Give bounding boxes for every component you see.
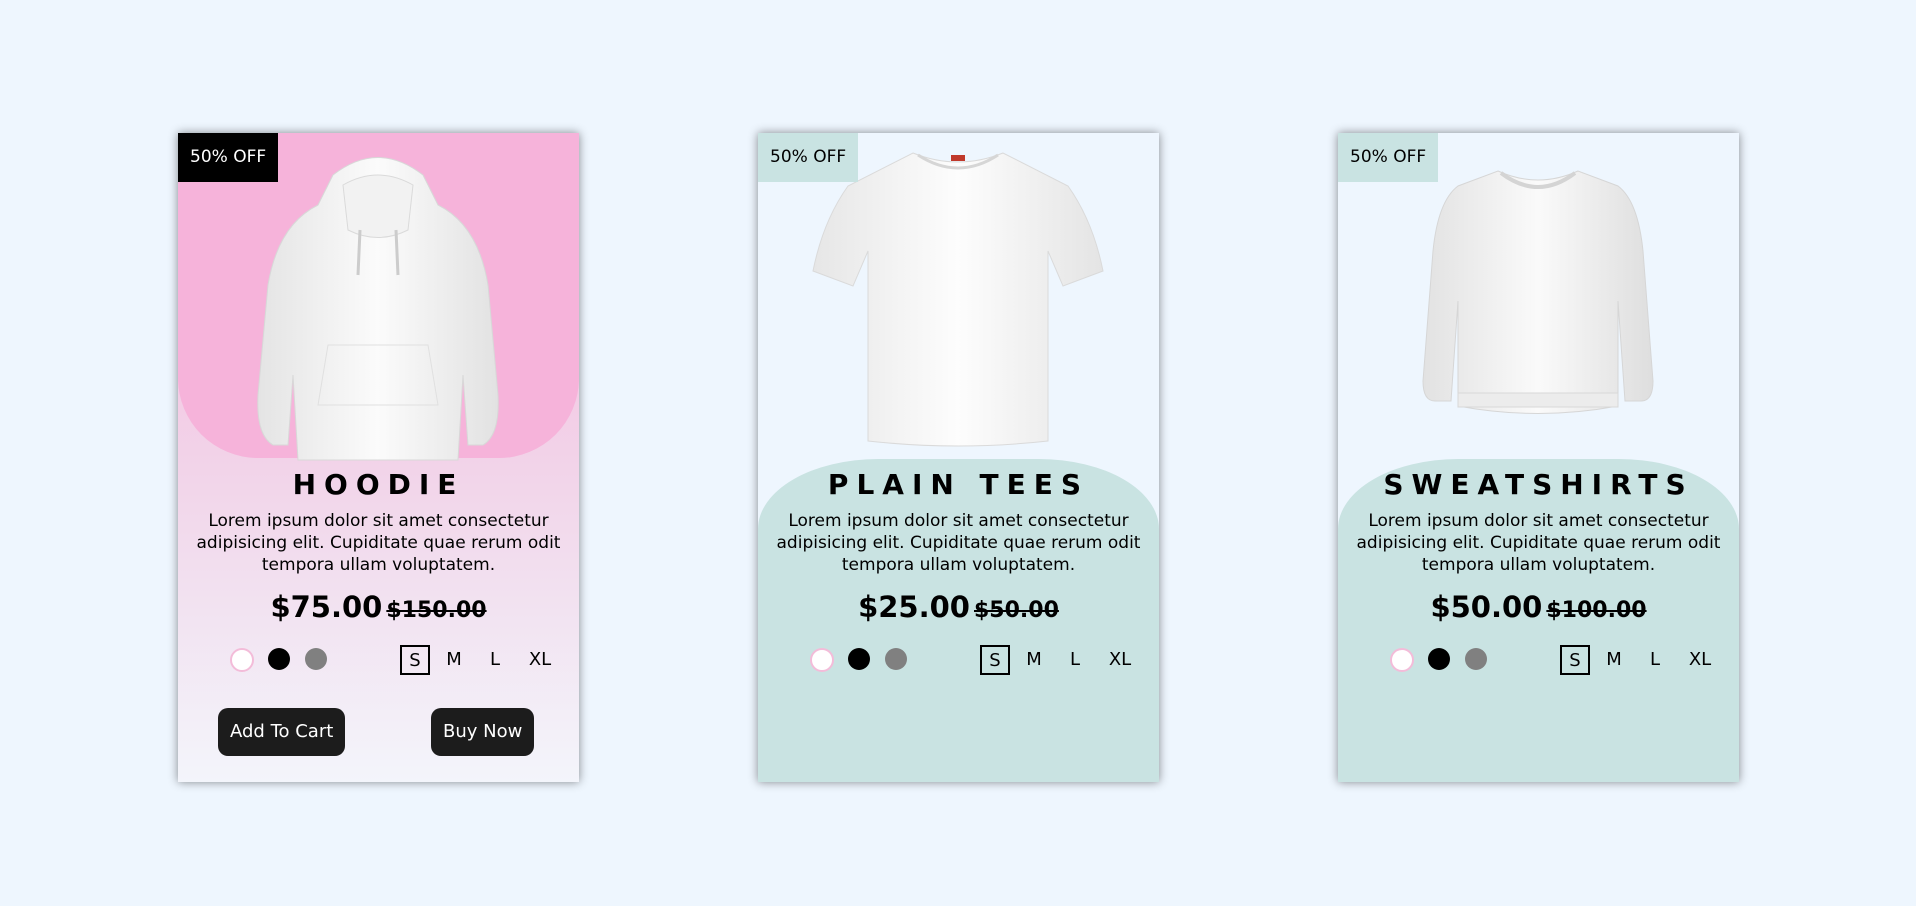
product-card-sweatshirts: 50% OFF SWEATSHIRTS Lorem ipsum dolor si… — [1338, 133, 1739, 782]
product-description: Lorem ipsum dolor sit amet consectetur a… — [196, 511, 561, 575]
original-price: $50.00 — [974, 598, 1059, 623]
current-price: $25.00 — [858, 590, 970, 624]
price-block: $25.00 $50.00 — [758, 590, 1159, 624]
size-option-xl[interactable]: XL — [1105, 645, 1135, 675]
color-swatch-grey[interactable] — [305, 648, 327, 670]
size-option-l[interactable]: L — [1648, 645, 1662, 675]
buy-now-button[interactable]: Buy Now — [431, 708, 535, 756]
current-price: $50.00 — [1430, 590, 1543, 624]
color-swatch-black[interactable] — [848, 648, 870, 670]
size-option-l[interactable]: L — [1068, 645, 1082, 675]
discount-badge: 50% OFF — [1338, 133, 1439, 182]
price-block: $75.00 $150.00 — [178, 590, 579, 624]
hoodie-image — [257, 157, 499, 461]
product-card-plain-tees: 50% OFF PLAIN TEES Lorem ipsum dolor sit… — [758, 133, 1159, 782]
product-card-hoodie: 50% OFF HOODIE Lorem ipsum dolor sit ame… — [178, 133, 579, 782]
color-swatch-black[interactable] — [1428, 648, 1450, 670]
price-block: $50.00 $100.00 — [1338, 590, 1739, 624]
size-option-m[interactable]: M — [1022, 645, 1046, 675]
size-option-m[interactable]: M — [1602, 645, 1626, 675]
current-price: $75.00 — [270, 590, 383, 624]
product-title: PLAIN TEES — [827, 468, 1090, 501]
color-swatch-white[interactable] — [230, 648, 254, 672]
original-price: $100.00 — [1546, 598, 1647, 623]
size-option-s[interactable]: S — [980, 645, 1010, 675]
color-swatch-grey[interactable] — [885, 648, 907, 670]
color-swatch-white[interactable] — [810, 648, 834, 672]
size-option-m[interactable]: M — [442, 645, 466, 675]
add-to-cart-button[interactable]: Add To Cart — [218, 708, 346, 756]
size-option-xl[interactable]: XL — [1685, 645, 1715, 675]
product-description: Lorem ipsum dolor sit amet consectetur a… — [776, 511, 1141, 575]
size-option-s[interactable]: S — [400, 645, 430, 675]
product-description: Lorem ipsum dolor sit amet consectetur a… — [1356, 511, 1721, 575]
color-swatch-white[interactable] — [1390, 648, 1414, 672]
size-option-s[interactable]: S — [1560, 645, 1590, 675]
sweatshirt-image — [1422, 170, 1654, 414]
color-swatch-grey[interactable] — [1465, 648, 1487, 670]
tshirt-image — [812, 152, 1104, 447]
product-title: SWEATSHIRTS — [1383, 468, 1694, 501]
original-price: $150.00 — [386, 598, 487, 623]
product-title: HOODIE — [292, 468, 465, 501]
discount-badge: 50% OFF — [758, 133, 859, 182]
discount-badge: 50% OFF — [178, 133, 279, 182]
color-swatch-black[interactable] — [268, 648, 290, 670]
size-option-xl[interactable]: XL — [525, 645, 555, 675]
size-option-l[interactable]: L — [488, 645, 502, 675]
